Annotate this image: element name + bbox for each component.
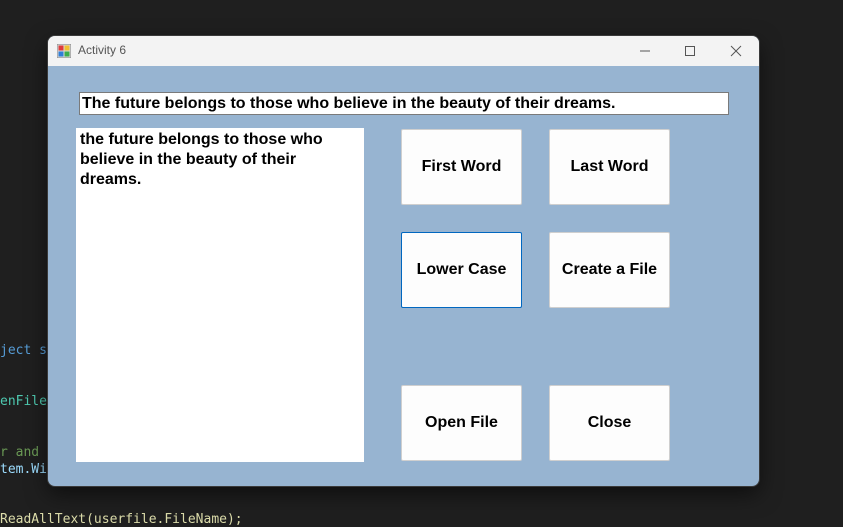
create-file-button[interactable]: Create a File — [549, 232, 670, 308]
minimize-icon — [640, 50, 650, 52]
close-window-button[interactable] — [713, 36, 759, 66]
code-fragment: ReadAllText(userfile.FileName); — [0, 512, 243, 527]
first-word-button[interactable]: First Word — [401, 129, 522, 205]
maximize-icon — [685, 46, 695, 56]
code-fragment: tem.Wi — [0, 462, 47, 477]
code-fragment: r and — [0, 445, 40, 460]
minimize-button[interactable] — [622, 36, 668, 66]
maximize-button[interactable] — [667, 36, 713, 66]
window-title: Activity 6 — [78, 43, 127, 57]
close-button[interactable]: Close — [549, 385, 670, 461]
output-textbox[interactable]: the future belongs to those who believe … — [76, 128, 364, 462]
lower-case-button[interactable]: Lower Case — [401, 232, 522, 308]
app-window: Activity 6 The future belongs to those w… — [48, 36, 759, 486]
code-fragment: ject s — [0, 343, 47, 358]
close-icon — [730, 45, 742, 57]
form-client-area: The future belongs to those who believe … — [48, 66, 759, 486]
title-bar[interactable]: Activity 6 — [48, 36, 759, 66]
open-file-button[interactable]: Open File — [401, 385, 522, 461]
sentence-input[interactable]: The future belongs to those who believe … — [79, 92, 729, 115]
last-word-button[interactable]: Last Word — [549, 129, 670, 205]
code-fragment: enFile — [0, 394, 47, 409]
winforms-app-icon — [57, 44, 71, 58]
